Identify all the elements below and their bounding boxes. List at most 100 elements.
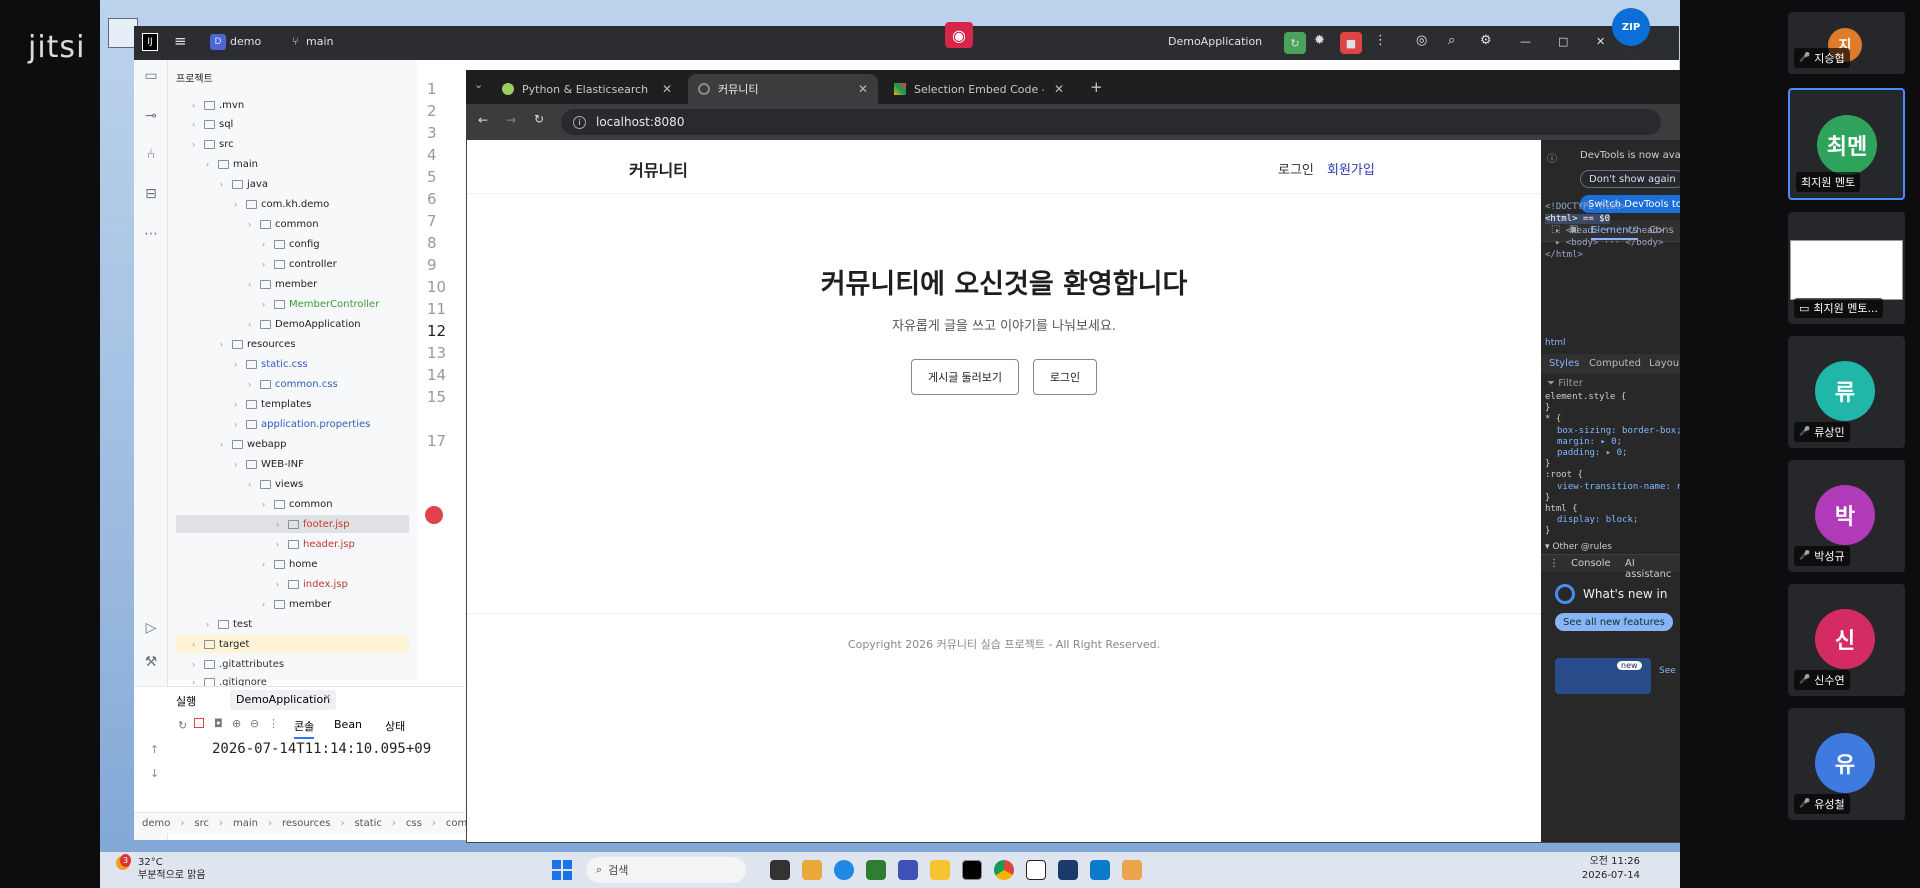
dom-node[interactable]: <html> == $0 — [1545, 214, 1611, 224]
project-folder-icon[interactable]: ▭ — [141, 66, 161, 86]
stop-small-icon[interactable] — [194, 718, 204, 728]
minimize-icon[interactable]: — — [1520, 35, 1531, 48]
tree-item[interactable]: › home — [262, 555, 317, 573]
search-icon[interactable]: ⌕ — [1448, 33, 1455, 48]
chevron-icon[interactable]: › — [276, 580, 284, 589]
breadcrumb-item[interactable]: src — [194, 818, 209, 829]
tree-item[interactable]: › test — [206, 615, 252, 633]
camera-icon[interactable]: ◘ — [214, 717, 223, 730]
tree-item[interactable]: › header.jsp — [276, 535, 355, 553]
breadcrumb-item[interactable]: main — [233, 818, 258, 829]
zoom-icon[interactable]: ⊖ — [250, 717, 259, 730]
chevron-icon[interactable]: › — [262, 600, 270, 609]
tree-item[interactable]: › common — [248, 215, 319, 233]
file-explorer-icon[interactable] — [802, 860, 822, 880]
app-icon[interactable] — [1058, 860, 1078, 880]
chevron-icon[interactable]: › — [192, 640, 200, 649]
status-tab[interactable]: 상태 — [385, 718, 405, 734]
chevron-icon[interactable]: › — [276, 540, 284, 549]
participant-tile[interactable]: 류 🎤 류상민 — [1788, 336, 1905, 448]
styles-filter[interactable]: ⏷ Filter — [1547, 378, 1583, 389]
more-icon[interactable]: ⋮ — [1374, 33, 1387, 48]
chevron-icon[interactable]: › — [234, 200, 242, 209]
back-icon[interactable]: ← — [478, 113, 488, 127]
run-tab-close-icon[interactable]: ✕ — [323, 693, 331, 704]
tree-item[interactable]: › .mvn — [192, 96, 244, 114]
new-tab-button[interactable]: + — [1090, 78, 1103, 96]
chevron-icon[interactable]: › — [248, 220, 256, 229]
tree-item[interactable]: › main — [206, 155, 258, 173]
chevron-icon[interactable]: › — [276, 520, 284, 529]
scroll-down-icon[interactable]: ↓ — [150, 767, 159, 780]
breadcrumb-item[interactable]: resources — [282, 818, 330, 829]
participant-tile[interactable]: 신 🎤 신수연 — [1788, 584, 1905, 696]
see-all-features-button[interactable]: See all new features — [1555, 613, 1673, 631]
tree-item[interactable]: › DemoApplication — [248, 315, 361, 333]
tree-item[interactable]: › footer.jsp — [176, 515, 409, 533]
see-link[interactable]: See — [1659, 666, 1676, 676]
vscode-icon[interactable] — [1090, 860, 1110, 880]
ai-icon[interactable]: ◎ — [1416, 33, 1427, 48]
mail-icon[interactable] — [898, 860, 918, 880]
tree-item[interactable]: › index.jsp — [276, 575, 348, 593]
chevron-icon[interactable]: › — [220, 440, 228, 449]
breakpoint-icon[interactable] — [425, 506, 443, 524]
nav-login-link[interactable]: 로그인 — [1278, 159, 1314, 178]
task-view-icon[interactable] — [770, 860, 790, 880]
scroll-up-icon[interactable]: ↑ — [150, 743, 159, 756]
dom-node[interactable]: </html> — [1545, 250, 1583, 260]
maximize-icon[interactable]: □ — [1558, 35, 1568, 48]
run-tool-icon[interactable]: ▷ — [141, 618, 161, 638]
stop-icon[interactable]: ■ — [1340, 32, 1362, 54]
chevron-icon[interactable]: › — [262, 500, 270, 509]
dom-node[interactable]: ▸ <body> ··· </body> — [1555, 238, 1663, 248]
tab-close-icon[interactable]: ✕ — [662, 82, 672, 96]
participant-tile[interactable]: 지 🎤 지승협 — [1788, 12, 1905, 74]
drawer-console-tab[interactable]: Console — [1571, 558, 1611, 569]
debug-icon[interactable]: ✹ — [1314, 33, 1325, 48]
more-options-icon[interactable]: ⋮ — [268, 717, 279, 730]
chevron-icon[interactable]: › — [234, 400, 242, 409]
tree-item[interactable]: › member — [262, 595, 331, 613]
tab-search-icon[interactable]: ⌄ — [474, 78, 483, 91]
chevron-icon[interactable]: › — [248, 480, 256, 489]
rerun-icon[interactable]: ↻ — [1284, 32, 1306, 54]
tree-item[interactable]: › webapp — [220, 435, 287, 453]
site-info-icon[interactable]: i — [573, 115, 586, 129]
nav-signup-link[interactable]: 회원가입 — [1327, 159, 1375, 178]
dont-show-again-button[interactable]: Don't show again — [1580, 170, 1680, 188]
tree-item[interactable]: › common.css — [248, 375, 338, 393]
chevron-icon[interactable]: › — [206, 160, 214, 169]
chevron-icon[interactable]: › — [248, 280, 256, 289]
notion-icon[interactable] — [1026, 860, 1046, 880]
structure-icon[interactable]: ⊟ — [141, 184, 161, 204]
browse-posts-button[interactable]: 게시글 둘러보기 — [911, 359, 1019, 395]
tree-item[interactable]: › src — [192, 135, 234, 153]
project-selector[interactable]: demo — [230, 35, 261, 48]
chevron-icon[interactable]: › — [192, 120, 200, 129]
taskbar-search[interactable]: ⌕ 검색 — [586, 857, 746, 883]
chevron-icon[interactable]: › — [248, 380, 256, 389]
styles-tab[interactable]: Computed — [1589, 358, 1641, 369]
chevron-icon[interactable]: › — [262, 240, 270, 249]
snipping-tool-icon[interactable] — [1122, 860, 1142, 880]
participant-tile[interactable]: ▭ 최지원 멘토... — [1788, 212, 1905, 324]
build-icon[interactable]: ⚒ — [141, 652, 161, 672]
store-icon[interactable] — [866, 860, 886, 880]
address-bar[interactable]: i localhost:8080 — [561, 109, 1661, 135]
drawer-menu-icon[interactable]: ⋮ — [1549, 558, 1559, 569]
tree-item[interactable]: › controller — [262, 255, 337, 273]
tree-item[interactable]: › application.properties — [234, 415, 370, 433]
chevron-icon[interactable]: › — [206, 620, 214, 629]
chevron-icon[interactable]: › — [192, 660, 200, 669]
chrome-taskbar-icon[interactable] — [994, 860, 1014, 880]
tree-item[interactable]: › com.kh.demo — [234, 195, 329, 213]
breadcrumb-item[interactable]: static — [354, 818, 381, 829]
tab-close-icon[interactable]: ✕ — [858, 82, 868, 96]
intellij-taskbar-icon[interactable] — [962, 860, 982, 880]
chevron-icon[interactable]: › — [220, 180, 228, 189]
dom-breadcrumb-html[interactable]: html — [1545, 338, 1566, 348]
run-app-tab[interactable]: DemoApplication — [230, 690, 337, 710]
more-tools-icon[interactable]: ⋯ — [141, 224, 161, 244]
console-tab[interactable]: 콘솔 — [294, 718, 315, 739]
